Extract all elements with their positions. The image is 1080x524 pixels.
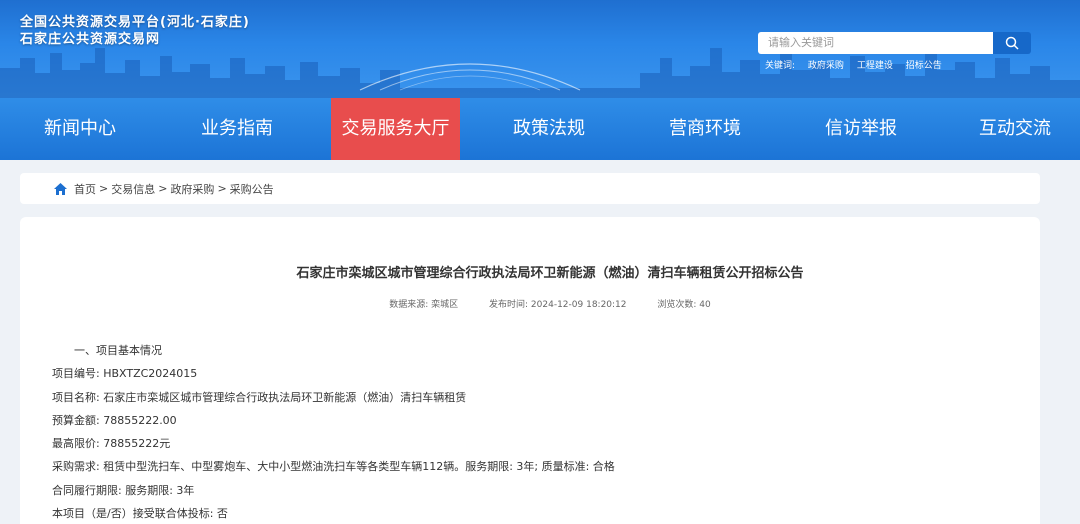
breadcrumb-procurement-notice[interactable]: 采购公告	[230, 181, 274, 197]
keywords-label: 关键词:	[765, 61, 796, 71]
breadcrumb-separator: >	[99, 182, 109, 195]
meta-views: 浏览次数: 40	[657, 300, 711, 310]
search-icon	[1005, 36, 1019, 50]
site-title-line1: 全国公共资源交易平台(河北·石家庄)	[20, 15, 250, 30]
search-input[interactable]: 请输入关键词	[758, 32, 993, 54]
site-title-line2: 石家庄公共资源交易网	[20, 32, 161, 47]
keyword-link[interactable]: 工程建设	[857, 61, 893, 71]
site-title[interactable]: 全国公共资源交易平台(河北·石家庄) 石家庄公共资源交易网	[20, 14, 250, 48]
home-icon[interactable]	[53, 182, 68, 196]
main-nav: 新闻中心 业务指南 交易服务大厅 政策法规 营商环境 信访举报 互动交流	[0, 98, 1080, 160]
nav-item-policy[interactable]: 政策法规	[470, 98, 628, 160]
budget-amount: 预算金额: 78855222.00	[52, 413, 177, 427]
nav-item-business-env[interactable]: 营商环境	[626, 98, 784, 160]
breadcrumb-separator: >	[217, 182, 227, 195]
section-heading: 一、项目基本情况	[74, 344, 162, 357]
keyword-link[interactable]: 招标公告	[906, 61, 942, 71]
nav-item-guide[interactable]: 业务指南	[158, 98, 316, 160]
project-name: 项目名称: 石家庄市栾城区城市管理综合行政执法局环卫新能源（燃油）清扫车辆租赁	[52, 390, 467, 404]
search-button[interactable]	[993, 32, 1031, 54]
header-banner: 全国公共资源交易平台(河北·石家庄) 石家庄公共资源交易网 请输入关键词 关键词…	[0, 0, 1080, 98]
breadcrumb-home[interactable]: 首页	[74, 181, 96, 197]
article-card: 石家庄市栾城区城市管理综合行政执法局环卫新能源（燃油）清扫车辆租赁公开招标公告 …	[20, 217, 1040, 524]
max-price: 最高限价: 78855222元	[52, 437, 171, 451]
meta-source: 数据来源: 栾城区	[389, 300, 459, 310]
nav-item-interaction[interactable]: 互动交流	[950, 98, 1080, 160]
project-number: 项目编号: HBXTZC2024015	[52, 367, 198, 381]
meta-publish-time: 发布时间: 2024-12-09 18:20:12	[489, 300, 627, 310]
joint-bidding: 本项目（是/否）接受联合体投标: 否	[52, 507, 228, 521]
article-body: 一、项目基本情况 项目编号: HBXTZC2024015 项目名称: 石家庄市栾…	[52, 339, 615, 524]
keyword-link[interactable]: 政府采购	[808, 61, 844, 71]
breadcrumb-separator: >	[158, 182, 168, 195]
article-meta: 数据来源: 栾城区 发布时间: 2024-12-09 18:20:12 浏览次数…	[20, 297, 1080, 310]
breadcrumb-trading-info[interactable]: 交易信息	[111, 181, 155, 197]
keywords-bar: 关键词: 政府采购 工程建设 招标公告	[765, 58, 952, 71]
article-title: 石家庄市栾城区城市管理综合行政执法局环卫新能源（燃油）清扫车辆租赁公开招标公告	[296, 266, 804, 281]
breadcrumb: 首页 > 交易信息 > 政府采购 > 采购公告	[20, 173, 1040, 204]
procurement-requirements: 采购需求: 租赁中型洗扫车、中型雾炮车、大中小型燃油洗扫车等各类型车辆112辆。…	[52, 460, 615, 474]
contract-period: 合同履行期限: 服务期限: 3年	[52, 483, 195, 497]
nav-item-news[interactable]: 新闻中心	[0, 98, 160, 160]
nav-item-petition[interactable]: 信访举报	[782, 98, 940, 160]
breadcrumb-gov-procurement[interactable]: 政府采购	[170, 181, 214, 197]
nav-item-trading-hall[interactable]: 交易服务大厅	[331, 98, 460, 160]
